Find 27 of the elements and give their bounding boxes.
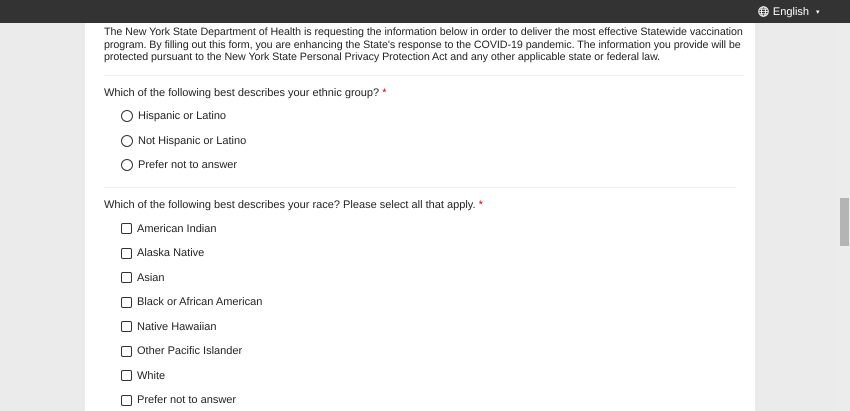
- radio-option[interactable]: Prefer not to answer: [121, 157, 238, 173]
- checkbox[interactable]: [121, 272, 132, 283]
- checkbox-option[interactable]: Native Hawaiian: [121, 318, 216, 334]
- radio-option[interactable]: Hispanic or Latino: [121, 108, 226, 124]
- checkbox-option[interactable]: Asian: [121, 270, 165, 286]
- checkbox-option[interactable]: American Indian: [121, 220, 216, 236]
- scrollbar-thumb[interactable]: [840, 198, 849, 246]
- checkbox-option[interactable]: Black or African American: [121, 294, 262, 310]
- checkbox[interactable]: [121, 346, 132, 356]
- checkbox[interactable]: [121, 370, 132, 381]
- checkbox[interactable]: [121, 394, 132, 406]
- checkbox-option[interactable]: Prefer not to answer: [121, 392, 236, 408]
- radio-option[interactable]: Not Hispanic or Latino: [121, 132, 246, 148]
- radio-button[interactable]: [121, 110, 133, 122]
- checkbox[interactable]: [121, 248, 132, 258]
- radio-button[interactable]: [121, 159, 133, 171]
- intro-text: The New York State Department of Health is requesting the information below in order to deliver the most effective Statewide vaccination program. By filling out this form, you are enhancing the State's response to the COVID-19 pandemic. The information you provide will be protected pursuant to the New York State Personal Privacy Protection Act and any other applicable state or federal law.: [104, 26, 744, 76]
- checkbox[interactable]: [121, 223, 132, 234]
- checkbox-option[interactable]: Alaska Native: [121, 245, 204, 261]
- checkbox-option[interactable]: Other Pacific Islander: [121, 343, 242, 359]
- checkbox[interactable]: [121, 296, 132, 308]
- globe-icon: [758, 6, 769, 17]
- question-label: Which of the following best describes your ethnic group? *: [104, 86, 388, 100]
- radio-button[interactable]: [121, 134, 133, 146]
- checkbox-option[interactable]: White: [121, 368, 166, 384]
- question-label: Which of the following best describes your race? Please select all that apply. *: [104, 199, 484, 212]
- checkbox[interactable]: [121, 321, 132, 332]
